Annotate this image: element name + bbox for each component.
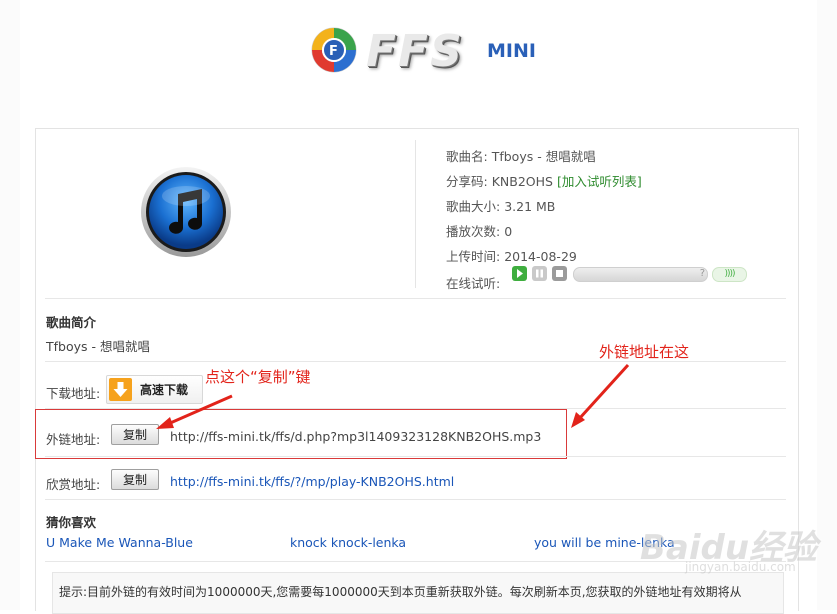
stop-button[interactable] — [552, 266, 567, 281]
fast-download-button[interactable]: 高速下载 — [106, 375, 203, 404]
link-hint-annotation: 外链地址在这 — [599, 343, 690, 361]
intro-text: Tfboys - 想唱就唱 — [46, 339, 150, 354]
song-cover — [140, 166, 232, 262]
like-item[interactable]: U Make Me Wanna-Blue — [46, 535, 193, 550]
appreciate-link-url[interactable]: http://ffs-mini.tk/ffs/?/mp/play-KNB2OHS… — [170, 474, 454, 489]
play-count-value: 0 — [504, 224, 513, 239]
play-button[interactable] — [512, 266, 527, 281]
music-note-icon — [141, 167, 231, 257]
progress-track[interactable]: ? — [573, 267, 708, 282]
player-help-icon[interactable]: ? — [700, 268, 705, 279]
logo-text: FFS — [366, 26, 464, 77]
like-item[interactable]: knock knock-lenka — [290, 535, 406, 550]
add-to-listen-list-link[interactable]: [加入试听列表] — [557, 174, 642, 189]
share-code-label: 分享码: — [446, 174, 488, 189]
fast-download-label: 高速下载 — [140, 383, 189, 397]
info-divider — [415, 140, 416, 288]
online-listen-label: 在线试听: — [446, 276, 501, 291]
watermark-url: jingyan.baidu.com — [685, 560, 796, 574]
pause-button[interactable] — [532, 266, 547, 281]
copy-hint-annotation: 点这个“复制”键 — [205, 368, 311, 386]
download-label: 下载地址: — [46, 386, 101, 401]
upload-time-label: 上传时间: — [446, 249, 501, 264]
baidu-watermark: Baidu经验 jingyan.baidu.com — [640, 520, 817, 580]
song-name-row: 歌曲名: Tfboys - 想唱就唱 — [446, 146, 596, 165]
logo-mini-text: MINI — [487, 40, 536, 62]
play-icon — [517, 269, 523, 278]
logo-emblem-icon: F — [311, 27, 357, 73]
divider — [45, 298, 786, 299]
song-size-value: 3.21 MB — [504, 199, 556, 214]
play-count-row: 播放次数: 0 — [446, 221, 512, 240]
upload-time-row: 上传时间: 2014-08-29 — [446, 246, 577, 265]
volume-control[interactable]: )))) — [712, 267, 747, 282]
song-name-value: Tfboys - 想唱就唱 — [491, 149, 596, 164]
copy-appreciate-link-button[interactable]: 复制 — [111, 469, 159, 490]
intro-title: 歌曲简介 — [46, 315, 97, 330]
ffs-mini-logo[interactable]: F FFS MINI — [304, 18, 544, 78]
upload-time-value: 2014-08-29 — [504, 249, 577, 264]
highlight-box — [35, 409, 567, 459]
download-arrow-icon — [109, 378, 132, 401]
svg-text:F: F — [329, 44, 338, 59]
tip-text: 提示:目前外链的有效时间为1000000天,您需要每1000000天到本页重新获… — [59, 585, 742, 599]
stop-icon — [556, 270, 563, 277]
share-code-value: KNB2OHS — [491, 174, 553, 189]
song-name-label: 歌曲名: — [446, 149, 488, 164]
appreciate-link-label: 欣赏地址: — [46, 477, 101, 492]
like-title: 猜你喜欢 — [46, 515, 97, 530]
share-code-row: 分享码: KNB2OHS [加入试听列表] — [446, 171, 642, 190]
song-size-row: 歌曲大小: 3.21 MB — [446, 196, 555, 215]
song-size-label: 歌曲大小: — [446, 199, 501, 214]
divider — [45, 456, 786, 457]
divider — [45, 499, 786, 500]
pause-icon — [536, 269, 543, 278]
play-count-label: 播放次数: — [446, 224, 501, 239]
